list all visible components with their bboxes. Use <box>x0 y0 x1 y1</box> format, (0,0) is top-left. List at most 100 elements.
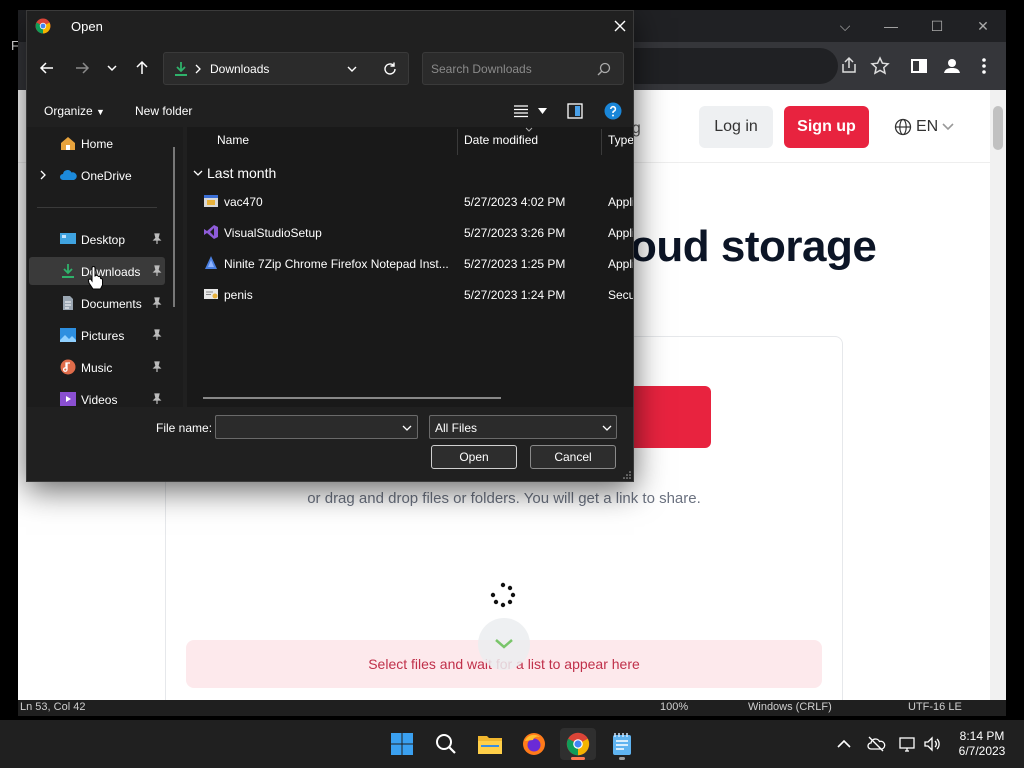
nav-item-pictures[interactable]: Pictures <box>29 321 165 349</box>
signup-button[interactable]: Sign up <box>784 106 869 148</box>
column-header-date[interactable]: Date modified <box>464 133 538 147</box>
language-selector[interactable]: EN <box>894 118 954 136</box>
back-arrow-icon[interactable] <box>39 60 55 76</box>
pin-icon[interactable] <box>151 265 163 277</box>
organize-menu[interactable]: Organize ▼ <box>44 104 105 118</box>
file-type-filter[interactable]: All Files <box>429 415 617 439</box>
running-indicator <box>619 757 625 760</box>
forward-arrow-icon[interactable] <box>74 60 90 76</box>
navigation-pane: Home OneDrive Desktop Downloads Document… <box>27 127 183 407</box>
help-icon[interactable] <box>604 102 622 120</box>
chevron-down-icon[interactable] <box>402 424 412 432</box>
desktop-icon <box>60 233 76 244</box>
share-icon[interactable] <box>838 55 860 77</box>
taskbar-chrome[interactable] <box>560 728 596 760</box>
notepad-icon <box>613 733 631 755</box>
file-name-field[interactable] <box>215 415 418 439</box>
taskbar: 8:14 PM 6/7/2023 <box>0 720 1024 768</box>
expand-chevron-icon[interactable] <box>39 170 47 180</box>
address-breadcrumb[interactable]: Downloads <box>163 52 409 85</box>
refresh-icon[interactable] <box>382 61 398 77</box>
pin-icon[interactable] <box>151 297 163 309</box>
nav-item-home[interactable]: Home <box>29 129 165 157</box>
resize-grip-icon[interactable] <box>623 471 631 479</box>
onedrive-offline-icon[interactable] <box>866 734 886 754</box>
file-row[interactable]: Ninite 7Zip Chrome Firefox Notepad Inst.… <box>187 249 633 277</box>
login-button[interactable]: Log in <box>699 106 773 148</box>
bookmark-star-icon[interactable] <box>869 55 891 77</box>
system-clock[interactable]: 8:14 PM 6/7/2023 <box>952 729 1012 759</box>
nav-item-onedrive[interactable]: OneDrive <box>29 161 165 189</box>
tab-search-button[interactable]: ⌵ <box>822 14 868 38</box>
horizontal-scrollbar[interactable] <box>203 397 501 399</box>
maximize-button[interactable]: ☐ <box>914 14 960 38</box>
scrollbar-thumb[interactable] <box>993 106 1003 150</box>
column-separator[interactable] <box>457 129 458 155</box>
column-header-name[interactable]: Name <box>217 133 249 147</box>
nav-scrollbar[interactable] <box>173 147 175 307</box>
taskbar-search[interactable] <box>428 728 464 760</box>
certificate-icon <box>204 289 218 299</box>
cancel-button[interactable]: Cancel <box>530 445 616 469</box>
search-icon <box>597 62 611 76</box>
breadcrumb-location[interactable]: Downloads <box>210 62 269 76</box>
search-input[interactable] <box>431 60 591 78</box>
volume-icon[interactable] <box>922 734 942 754</box>
up-arrow-icon[interactable] <box>134 60 150 76</box>
address-bar[interactable] <box>618 48 838 84</box>
chevron-down-icon <box>495 639 513 649</box>
taskbar-notepad[interactable] <box>604 728 640 760</box>
view-options-icon[interactable] <box>513 104 529 118</box>
pin-icon[interactable] <box>151 233 163 245</box>
close-icon[interactable] <box>609 15 631 37</box>
start-button[interactable] <box>384 728 420 760</box>
nav-item-music[interactable]: Music <box>29 353 165 381</box>
show-hidden-icons-chevron-icon[interactable] <box>834 734 854 754</box>
column-separator[interactable] <box>601 129 602 155</box>
page-scrollbar[interactable] <box>990 90 1006 700</box>
file-type-filter-value: All Files <box>435 421 478 435</box>
dialog-title: Open <box>71 19 103 34</box>
chevron-down-icon <box>602 425 612 431</box>
file-date: 5/27/2023 1:24 PM <box>464 288 566 302</box>
open-button[interactable]: Open <box>431 445 517 469</box>
taskbar-file-explorer[interactable] <box>472 728 508 760</box>
clock-date: 6/7/2023 <box>958 744 1006 758</box>
view-options-chevron-icon[interactable] <box>538 107 547 115</box>
nav-item-videos[interactable]: Videos <box>29 385 165 407</box>
chrome-icon <box>566 732 590 756</box>
search-box[interactable] <box>422 52 624 85</box>
application-icon <box>204 195 218 207</box>
group-collapse-chevron-icon[interactable] <box>193 169 203 177</box>
pin-icon[interactable] <box>151 361 163 373</box>
breadcrumb-separator-icon <box>195 64 201 74</box>
pin-icon[interactable] <box>151 393 163 405</box>
chrome-icon <box>35 18 51 34</box>
file-row[interactable]: vac470 5/27/2023 4:02 PM Appli <box>187 187 633 215</box>
nav-item-label: Pictures <box>81 329 125 343</box>
cursor-position: Ln 53, Col 42 <box>20 701 86 713</box>
file-row[interactable]: VisualStudioSetup 5/27/2023 3:26 PM Appl… <box>187 218 633 246</box>
file-row[interactable]: penis 5/27/2023 1:24 PM Secur <box>187 280 633 308</box>
nav-item-documents[interactable]: Documents <box>29 289 165 317</box>
recent-locations-chevron-icon[interactable] <box>106 62 118 74</box>
preview-pane-icon[interactable] <box>567 103 583 119</box>
group-header[interactable]: Last month <box>207 165 276 181</box>
pictures-icon <box>60 328 76 342</box>
taskbar-firefox[interactable] <box>516 728 552 760</box>
new-folder-button[interactable]: New folder <box>135 104 192 118</box>
side-panel-icon[interactable] <box>908 55 930 77</box>
nav-item-label: Desktop <box>81 233 126 247</box>
network-icon[interactable] <box>898 734 918 754</box>
profile-icon[interactable] <box>941 55 963 77</box>
pin-icon[interactable] <box>151 329 163 341</box>
videos-icon <box>60 392 76 406</box>
nav-item-desktop[interactable]: Desktop <box>29 225 165 253</box>
close-button[interactable]: ✕ <box>960 14 1006 38</box>
column-header-type[interactable]: Type <box>608 133 633 147</box>
address-dropdown-icon[interactable] <box>346 64 358 74</box>
minimize-button[interactable]: — <box>868 14 914 38</box>
search-icon <box>436 734 456 754</box>
menu-dots-icon[interactable] <box>973 55 995 77</box>
scroll-down-button[interactable] <box>478 618 530 670</box>
